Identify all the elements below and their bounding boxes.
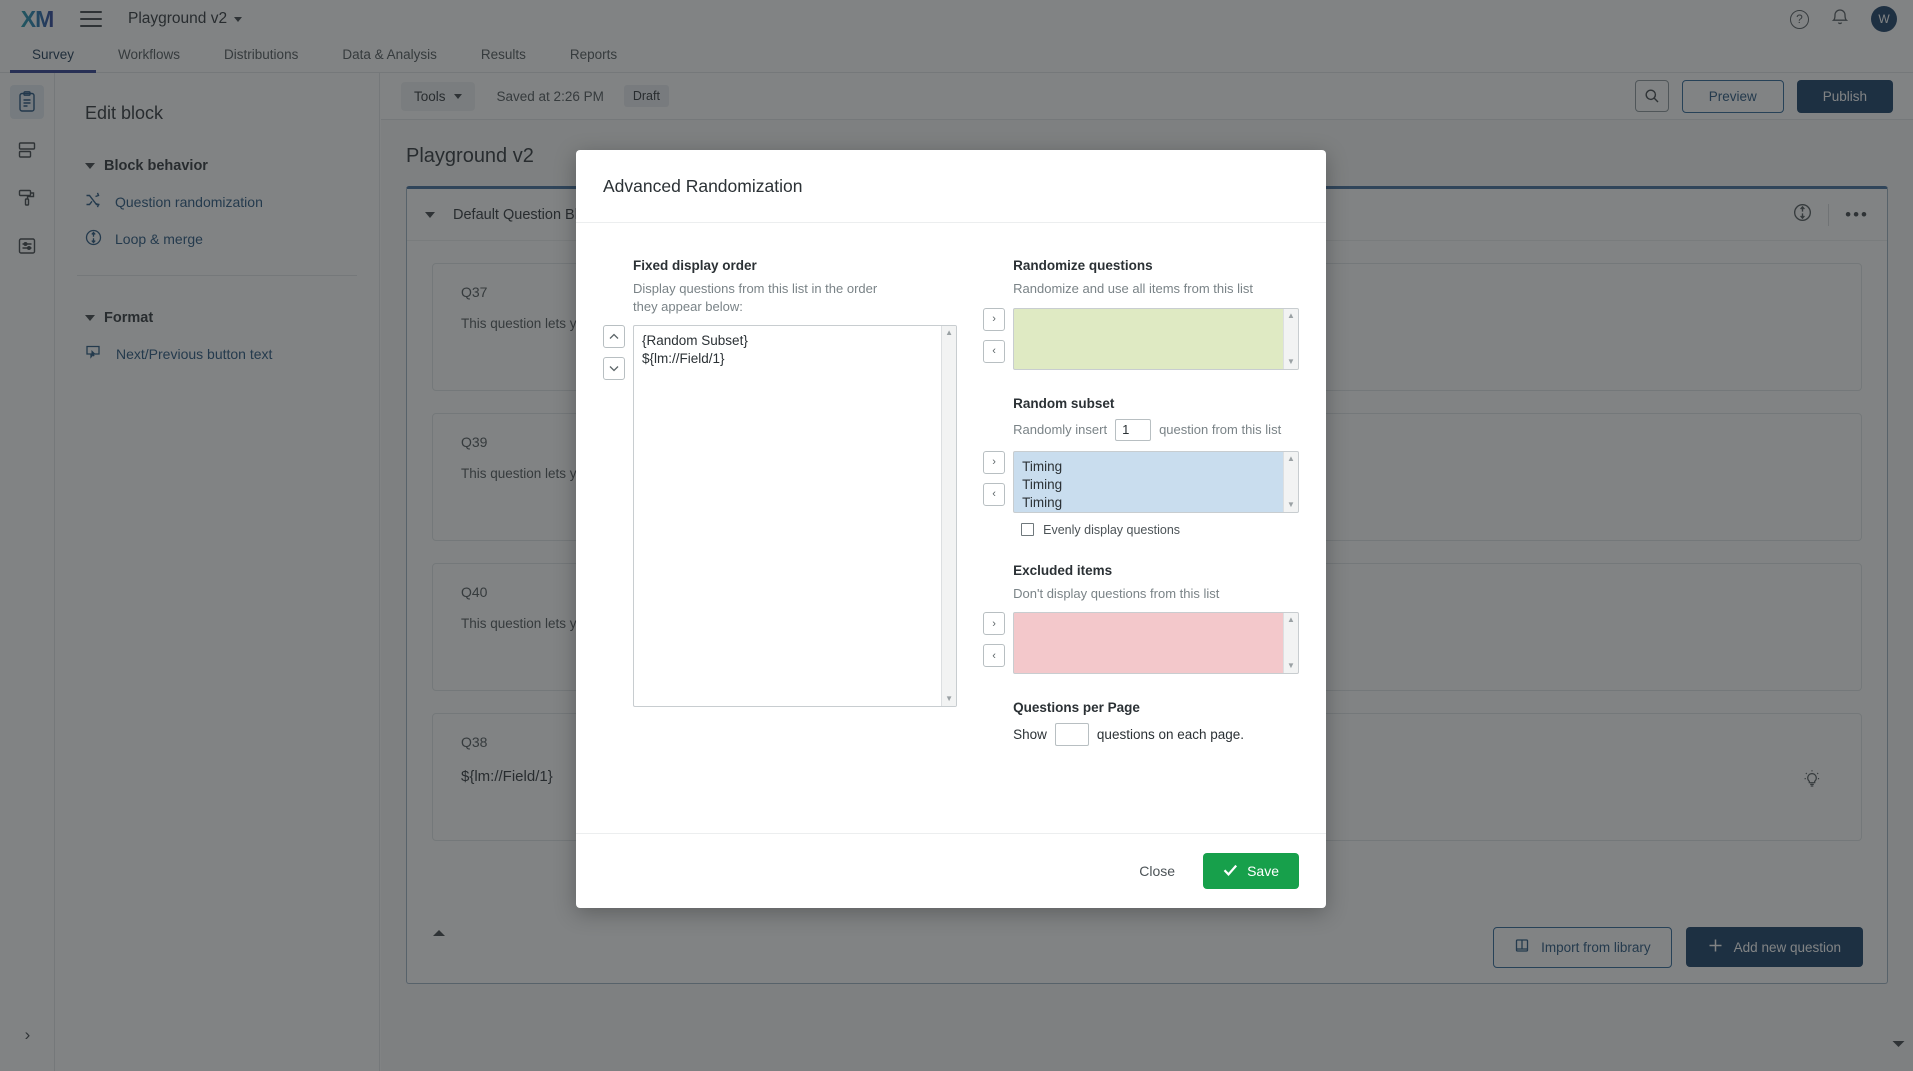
dialog-footer: Close Save	[576, 833, 1326, 908]
scroll-up-arrow-icon[interactable]: ▲	[1287, 454, 1295, 463]
random-subset-title: Random subset	[1013, 395, 1115, 411]
close-button[interactable]: Close	[1123, 854, 1191, 888]
scroll-down-arrow-icon[interactable]: ▼	[1287, 357, 1295, 366]
dialog-title: Advanced Randomization	[603, 175, 803, 196]
scrollbar[interactable]: ▲ ▼	[1283, 308, 1298, 369]
scrollbar[interactable]: ▲ ▼	[941, 326, 957, 707]
save-label: Save	[1247, 863, 1279, 879]
random-subset-list[interactable]: Timing Timing Timing ▲ ▼	[1013, 450, 1299, 513]
add-to-excluded-button[interactable]: ›	[983, 612, 1006, 636]
save-button[interactable]: Save	[1203, 853, 1299, 889]
scroll-up-arrow-icon[interactable]: ▲	[1287, 311, 1295, 320]
remove-from-excluded-button[interactable]: ‹	[983, 644, 1006, 668]
scroll-up-arrow-icon[interactable]: ▲	[945, 329, 953, 337]
evenly-display-checkbox[interactable]	[1021, 523, 1035, 537]
questions-each-page-label: questions on each page.	[1096, 727, 1245, 743]
remove-from-subset-button[interactable]: ‹	[983, 482, 1006, 506]
scroll-down-arrow-icon[interactable]: ▼	[945, 695, 953, 703]
fixed-display-order-subtitle: Display questions from this list in the …	[633, 281, 878, 314]
excluded-items-row: › ‹ ▲ ▼	[983, 612, 1299, 675]
fixed-display-order-row: {Random Subset} ${lm://Field/1} ▲ ▼	[603, 325, 958, 708]
excluded-items-list-items	[1014, 613, 1298, 625]
move-up-button[interactable]	[603, 325, 625, 349]
scrollbar[interactable]: ▲ ▼	[1283, 613, 1298, 674]
questions-per-page-input[interactable]	[1054, 723, 1089, 747]
scroll-down-arrow-icon[interactable]: ▼	[1287, 500, 1295, 509]
list-item[interactable]: Timing	[1022, 458, 1290, 476]
dialog-header: Advanced Randomization	[576, 150, 1326, 223]
remove-from-randomize-button[interactable]: ‹	[983, 339, 1006, 363]
add-to-randomize-button[interactable]: ›	[983, 307, 1006, 331]
randomly-insert-label: Randomly insert	[1013, 422, 1108, 438]
scroll-up-arrow-icon[interactable]: ▲	[1287, 616, 1295, 624]
random-subset-count-row: Randomly insert question from this list	[1013, 418, 1299, 441]
excluded-items-title: Excluded items	[1013, 562, 1113, 578]
scroll-down-arrow-icon[interactable]: ▼	[1287, 662, 1295, 670]
fixed-display-order-title: Fixed display order	[633, 258, 757, 273]
random-subset-count-input[interactable]	[1115, 418, 1152, 441]
advanced-randomization-dialog: Advanced Randomization Fixed display ord…	[576, 150, 1326, 908]
list-item[interactable]: Timing	[1022, 476, 1290, 494]
questions-per-page-row: Show questions on each page.	[1013, 723, 1299, 747]
excluded-items-section: Excluded items Don't display questions f…	[983, 563, 1299, 675]
randomize-questions-row: › ‹ ▲ ▼	[983, 307, 1299, 370]
randomize-questions-items	[1014, 309, 1298, 321]
add-to-subset-button[interactable]: ›	[983, 450, 1006, 474]
excluded-items-subtitle: Don't display questions from this list	[1013, 585, 1220, 601]
list-item[interactable]: {Random Subset}	[642, 332, 948, 350]
list-item[interactable]: Timing	[1022, 494, 1290, 512]
randomize-questions-title: Randomize questions	[1013, 258, 1153, 273]
scrollbar[interactable]: ▲ ▼	[1283, 451, 1298, 512]
excluded-items-list[interactable]: ▲ ▼	[1013, 612, 1299, 675]
check-icon	[1223, 863, 1238, 879]
right-column: Randomize questions Randomize and use al…	[983, 258, 1299, 833]
dialog-body: Fixed display order Display questions fr…	[576, 223, 1326, 833]
question-from-list-label: question from this list	[1159, 422, 1282, 438]
randomize-questions-subtitle: Randomize and use all items from this li…	[1013, 281, 1254, 296]
reorder-buttons	[603, 325, 633, 381]
fixed-display-order-list[interactable]: {Random Subset} ${lm://Field/1} ▲ ▼	[633, 325, 958, 708]
randomize-questions-list[interactable]: ▲ ▼	[1013, 307, 1299, 370]
random-subset-items: Timing Timing Timing	[1014, 452, 1298, 512]
list-item[interactable]: ${lm://Field/1}	[642, 350, 948, 368]
evenly-display-row: Evenly display questions	[1021, 523, 1299, 537]
random-subset-row: › ‹ Timing Timing Timing ▲ ▼	[983, 450, 1299, 513]
show-label: Show	[1013, 727, 1047, 743]
evenly-display-label: Evenly display questions	[1043, 522, 1181, 537]
questions-per-page-title: Questions per Page	[1013, 700, 1140, 716]
randomize-questions-section: Randomize questions Randomize and use al…	[983, 258, 1299, 370]
transfer-buttons: › ‹	[983, 450, 1013, 506]
fixed-display-order-section: Fixed display order Display questions fr…	[603, 258, 958, 833]
questions-per-page-section: Questions per Page Show questions on eac…	[983, 700, 1299, 747]
random-subset-section: Random subset Randomly insert question f…	[983, 396, 1299, 537]
move-down-button[interactable]	[603, 357, 625, 381]
fixed-display-order-items: {Random Subset} ${lm://Field/1}	[634, 326, 956, 374]
transfer-buttons: › ‹	[983, 307, 1013, 363]
transfer-buttons: › ‹	[983, 612, 1013, 668]
